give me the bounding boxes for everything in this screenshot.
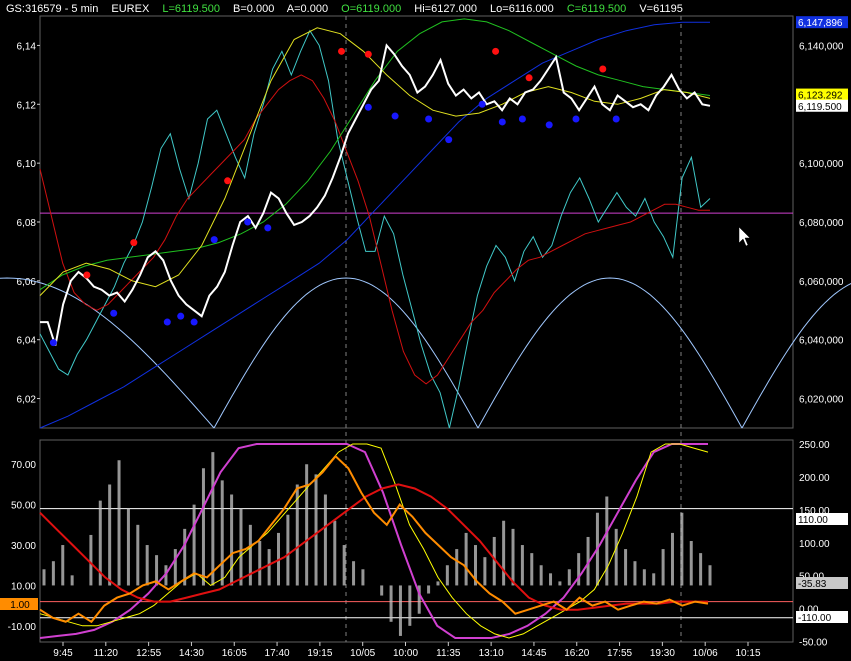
blue-dot-marker: [612, 115, 620, 123]
header-last: L=6119.500: [162, 3, 220, 15]
red-dot-marker: [83, 271, 91, 279]
xtick-label: 16:05: [222, 648, 247, 659]
osc-badge-label-2: -110.00: [798, 613, 832, 624]
red-dot-marker: [525, 74, 533, 82]
header-high: Hi=6127.000: [414, 3, 477, 15]
blue-dot-marker: [425, 115, 433, 123]
xtick-label: 11:20: [94, 648, 119, 659]
xtick-label: 19:15: [307, 648, 332, 659]
red-dot-marker: [599, 65, 607, 73]
blue-dot-marker: [478, 100, 486, 108]
cyan-series-line: [39, 29, 711, 429]
red-dot-marker: [224, 177, 232, 185]
osc-ytick-left: 50.00: [11, 501, 36, 512]
xtick-label: 16:20: [564, 648, 589, 659]
osc-ytick-right: 250.00: [799, 440, 830, 451]
price-badge-label-0: 6,147,896: [798, 18, 843, 29]
blue-dot-marker: [49, 339, 57, 347]
header-bid: B=0.000: [233, 3, 275, 15]
red-series-line: [39, 74, 710, 385]
price-ytick-left: 6,10: [17, 159, 37, 170]
chart-header: GS:316579 - 5 min EUREX L=6119.500 B=0.0…: [6, 3, 693, 15]
mouse-cursor-icon: [738, 226, 751, 247]
blue-dot-marker: [518, 115, 526, 123]
price-series-line: [40, 43, 711, 346]
price-ytick-right: 6,020,000: [799, 395, 844, 406]
header-volume: V=61195: [639, 3, 683, 15]
xtick-label: 10/06: [693, 648, 718, 659]
red-dot-marker: [130, 239, 138, 247]
osc-ytick-left: 70.00: [11, 460, 36, 471]
osc-left-badge-label: 1.00: [10, 600, 30, 611]
header-low: Lo=6116.000: [490, 3, 554, 15]
price-ytick-left: 6,12: [17, 100, 37, 111]
osc-ytick-left: 10.00: [11, 581, 36, 592]
price-ytick-left: 6,08: [17, 218, 37, 229]
blue-dot-marker: [244, 218, 252, 226]
red-dot-marker: [492, 47, 500, 55]
blue-dot-marker: [498, 118, 506, 126]
osc-ytick-right: 200.00: [799, 473, 830, 484]
blue-dot-marker: [210, 236, 218, 244]
header-ask: A=0.000: [286, 3, 329, 15]
blue-dot-marker: [545, 121, 553, 129]
price-ytick-right: 6,040,000: [799, 336, 844, 347]
price-ytick-left: 6,02: [17, 395, 37, 406]
chart-canvas: 6,146,126,106,086,066,046,026,140,0006,1…: [0, 15, 851, 659]
price-badge-label-2: 6,119.500: [798, 102, 842, 113]
xtick-label: 12:55: [136, 648, 161, 659]
osc-badge-label-0: 110.00: [798, 515, 828, 526]
header-open: O=6119.000: [341, 3, 402, 15]
price-panel-frame: [39, 15, 794, 429]
blue-dot-marker: [177, 312, 185, 320]
header-close: C=6119.500: [566, 3, 627, 15]
red-dot-marker: [338, 47, 345, 55]
xtick-label: 14:30: [179, 648, 204, 659]
osc-ytick-left: -10.00: [8, 622, 37, 633]
blue-dot-marker: [110, 309, 118, 317]
xtick-label: 14:45: [521, 648, 546, 659]
header-symbol: GS:316579 - 5 min: [6, 3, 99, 15]
xtick-label: 19:30: [650, 648, 675, 659]
header-exchange: EUREX: [111, 3, 150, 15]
blue-dot-marker: [264, 224, 272, 232]
price-ytick-left: 6,14: [17, 41, 37, 52]
xtick-label: 13:10: [479, 648, 504, 659]
blue-dot-marker: [391, 112, 399, 120]
blue-series-line: [39, 21, 710, 429]
xtick-label: 17:40: [265, 648, 290, 659]
blue-dot-marker: [190, 318, 198, 326]
price-ytick-right: 6,060,000: [799, 277, 844, 288]
price-ytick-right: 6,100,000: [799, 159, 844, 170]
xtick-label: 17:55: [607, 648, 632, 659]
blue-dot-marker: [572, 115, 580, 123]
oscillator-panel-frame: [39, 439, 794, 643]
xtick-label: 11:35: [436, 648, 461, 659]
red-dot-marker: [364, 50, 372, 58]
blue-dot-marker: [163, 318, 171, 326]
xtick-label: 10/05: [350, 648, 375, 659]
blue-dot-marker: [364, 103, 372, 111]
osc-ytick-left: 30.00: [11, 541, 36, 552]
cycle-arc-2: [477, 277, 743, 429]
osc-ytick-right: 100.00: [799, 539, 830, 550]
green-series-line: [39, 18, 711, 291]
osc-ytick-right: -50.00: [799, 638, 828, 649]
xtick-label: 9:45: [53, 648, 73, 659]
xtick-label: 10:15: [735, 648, 760, 659]
price-ytick-right: 6,140,000: [799, 41, 844, 52]
price-ytick-right: 6,080,000: [799, 218, 844, 229]
blue-dot-marker: [445, 136, 453, 144]
xtick-label: 10:00: [393, 648, 418, 659]
price-ytick-left: 6,04: [17, 336, 37, 347]
osc-badge-label-1: -35.83: [798, 579, 827, 590]
